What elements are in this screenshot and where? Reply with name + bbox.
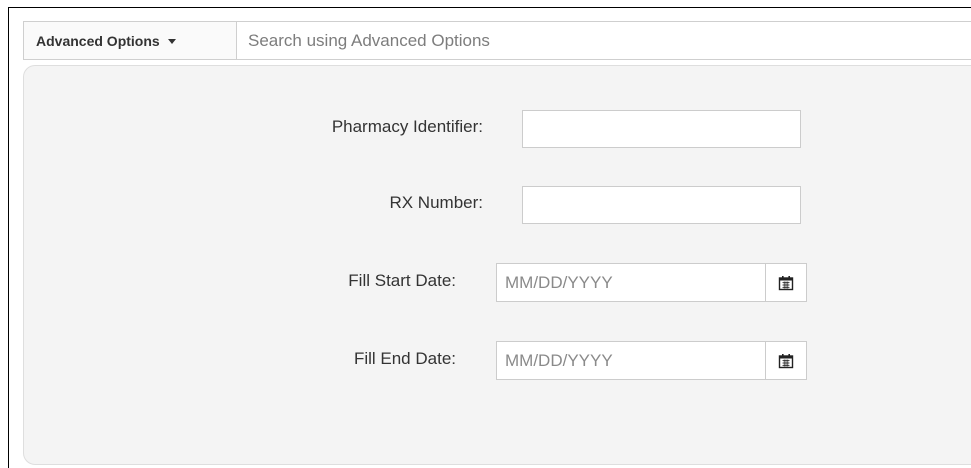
fill-start-date-group xyxy=(496,263,807,302)
rx-number-label: RX Number: xyxy=(389,193,483,212)
fill-end-date-calendar-button[interactable] xyxy=(765,341,807,380)
fill-start-date-label: Fill Start Date: xyxy=(348,271,456,290)
pharmacy-identifier-label: Pharmacy Identifier: xyxy=(331,117,483,136)
calendar-icon xyxy=(778,353,794,368)
fill-end-date-input[interactable] xyxy=(496,341,765,380)
fill-end-date-label: Fill End Date: xyxy=(353,349,456,368)
fill-start-date-calendar-button[interactable] xyxy=(765,263,807,302)
search-input[interactable] xyxy=(237,22,971,59)
fill-start-date-input[interactable] xyxy=(496,263,765,302)
calendar-icon xyxy=(778,275,794,290)
advanced-options-dropdown[interactable]: Advanced Options xyxy=(24,22,237,59)
rx-number-field[interactable] xyxy=(522,186,801,224)
fill-end-date-group xyxy=(496,341,807,380)
pharmacy-identifier-field[interactable] xyxy=(522,110,801,148)
advanced-options-label: Advanced Options xyxy=(36,32,160,49)
search-bar: Advanced Options xyxy=(23,21,971,60)
caret-down-icon xyxy=(167,38,176,44)
